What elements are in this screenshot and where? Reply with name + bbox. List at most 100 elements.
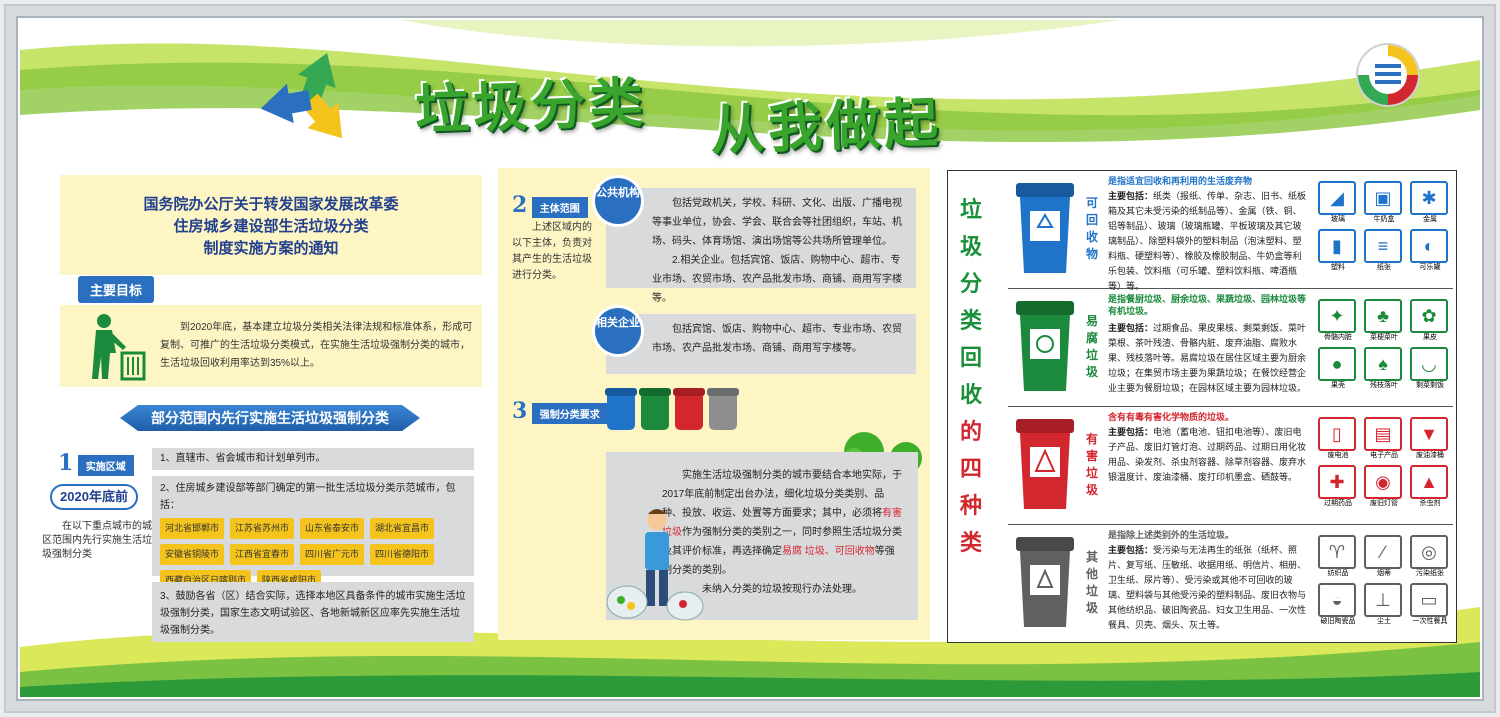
icon-label: 过期药品 (1324, 500, 1352, 507)
deadline-badge: 2020年底前 (50, 484, 138, 510)
icon-label: 电子产品 (1370, 452, 1398, 459)
goal-box: 到2020年底，基本建立垃圾分类相关法律法规和标准体系，形成可复制、可推广的生活… (60, 305, 482, 387)
spray-can-icon: ▲ 杀虫剂 (1410, 465, 1450, 509)
recyclable-head: 是指适宜回收和再利用的生活废弃物 (1108, 176, 1253, 186)
notice-line-3: 制度实施方案的通知 (203, 239, 339, 257)
icon-label: 残枝落叶 (1370, 382, 1398, 389)
city-tag: 江苏省苏州市 (230, 518, 295, 539)
hazardous-head: 含有有毒有害化学物质的垃圾。 (1108, 412, 1235, 422)
section-banner: 部分范围内先行实施生活垃圾强制分类 (120, 405, 420, 431)
trash-bins-illustration (605, 388, 739, 430)
icon-label: 玻璃 (1331, 216, 1345, 223)
icon-label: 烟蒂 (1377, 570, 1391, 577)
icon-label: 纸张 (1377, 264, 1391, 271)
icon-label: 可乐罐 (1419, 264, 1441, 271)
main-includes-label: 主要包括： (1108, 323, 1154, 333)
perishable-name: 易腐垃圾 (1085, 314, 1098, 379)
requirement-number: 3 (512, 398, 528, 424)
other-waste-head: 是指除上述类别外的生活垃圾。 (1108, 530, 1235, 540)
medicine-icon: ✚ 过期药品 (1318, 465, 1358, 509)
man-with-trash-bags-illustration (606, 509, 704, 621)
person-throwing-trash-icon (92, 314, 146, 381)
broom-icon: ⊥ 尘土 (1364, 583, 1404, 627)
icon-label: 一次性餐具 (1412, 618, 1448, 625)
vertical-title-char: 类 (959, 308, 982, 333)
recyclable-category: 可回收物 是指适宜回收和再利用的生活废弃物 主要包括：纸类（报纸、传单、杂志、旧… (1008, 171, 1453, 291)
leaves-icon: ♠ 残枝落叶 (1364, 347, 1404, 391)
area-tag: 实施区域 (77, 455, 134, 476)
city-tag: 江西省宜春市 (230, 544, 295, 565)
other-waste-description: 受污染与无法再生的纸张（纸杯、照片、复写纸、压敏纸、收据用纸、明信片、相册、卫生… (1108, 545, 1307, 630)
bone-icon: ✦ 骨骼内脏 (1318, 299, 1358, 343)
area-item-2-text: 2、住房城乡建设部等部门确定的第一批生活垃圾分类示范城市，包括： (160, 483, 456, 511)
icon-label: 金属 (1423, 216, 1437, 223)
can-icon: ◐ 可乐罐 (1410, 229, 1450, 273)
hazardous-icons: ▯ 废电池 ▤ 电子产品 ▼ 废油漆桶 ✚ 过期药品 ◉ 废旧灯管 ▲ 杀虫剂 (1318, 417, 1450, 509)
vertical-title-char: 种 (959, 493, 982, 518)
battery-icon: ▯ 废电池 (1318, 417, 1358, 461)
area-section-label: 1 实施区域 (58, 450, 134, 476)
icon-label: 废油漆桶 (1416, 452, 1444, 459)
plastic-icon: ▮ 塑料 (1318, 229, 1358, 273)
perishable-bin-icon (1016, 301, 1074, 391)
public-institutions-badge: 公共机构 (595, 178, 641, 224)
clothing-icon: ♈ 纺织品 (1318, 535, 1358, 579)
fruit-shell-icon: ● 果壳 (1318, 347, 1358, 391)
scope-number: 2 (512, 192, 528, 218)
icon-label: 果壳 (1331, 382, 1345, 389)
city-tag: 四川省广元市 (300, 544, 365, 565)
other-waste-category: 其他垃圾 是指除上述类别外的生活垃圾。 主要包括：受污染与无法再生的纸张（纸杯、… (1008, 525, 1453, 643)
scope-tag: 主体范围 (531, 197, 588, 218)
notice-line-2: 住房城乡建设部生活垃圾分类 (173, 217, 369, 235)
area-item-2: 2、住房城乡建设部等部门确定的第一批生活垃圾分类示范城市，包括： 河北省邯郸市 … (152, 476, 474, 591)
vertical-title-char: 收 (959, 382, 982, 407)
area-number: 1 (58, 450, 74, 476)
other-waste-bin-icon (1016, 537, 1074, 627)
area-item-3: 3、鼓励各省（区）结合实际，选择本地区具备条件的城市实施生活垃圾强制分类，国家生… (152, 582, 474, 642)
icon-label: 污染纸张 (1416, 570, 1444, 577)
perishable-icons: ✦ 骨骼内脏 ♣ 菜梗菜叶 ✿ 果皮 ● 果壳 ♠ 残枝落叶 ◡ 剩菜剩饭 (1318, 299, 1450, 391)
related-enterprises-summary: 2.相关企业。包括宾馆、饭店、购物中心、超市、专业市场、农贸市场、农产品批发市场… (652, 255, 902, 304)
notice-line-1: 国务院办公厅关于转发国家发展改革委 (143, 195, 399, 213)
vertical-title-char: 分 (959, 271, 982, 296)
goal-tag: 主要目标 (78, 276, 155, 303)
other-waste-icons: ♈ 纺织品 ∕ 烟蒂 ◎ 污染纸张 ◒ 破旧陶瓷品 ⊥ 尘土 ▭ 一次性餐具 (1318, 535, 1450, 627)
requirement-tag: 强制分类要求 (531, 403, 608, 424)
fruit-peel-icon: ✿ 果皮 (1410, 299, 1450, 343)
recyclable-name: 可回收物 (1085, 196, 1098, 261)
icon-label: 塑料 (1331, 264, 1345, 271)
city-tag: 四川省德阳市 (370, 544, 435, 565)
vertical-title: 垃 圾 分 类 回 收 的 四 种 类 (958, 191, 984, 561)
main-includes-label: 主要包括： (1108, 545, 1154, 555)
icon-label: 尘土 (1377, 618, 1391, 625)
public-institutions-text: 包括党政机关，学校、科研、文化、出版、广播电视等事业单位，协会、学会、联合会等社… (652, 198, 902, 247)
perishable-head: 是指餐厨垃圾、厨余垃圾、果蔬垃圾、园林垃圾等有机垃圾。 (1108, 294, 1307, 316)
glass-icon: ◢ 玻璃 (1318, 181, 1358, 225)
perishable-recyclable-highlight: 易腐 垃圾、可回收物 (782, 546, 875, 557)
disposable-tableware-icon: ▭ 一次性餐具 (1410, 583, 1450, 627)
icon-label: 果皮 (1423, 334, 1437, 341)
other-waste-name: 其他垃圾 (1085, 550, 1098, 615)
vertical-title-char: 类 (959, 530, 982, 555)
recyclable-bin-icon (1016, 183, 1074, 273)
recyclable-icons: ◢ 玻璃 ▣ 牛奶盒 ✱ 金属 ▮ 塑料 ≡ 纸张 ◐ 可乐罐 (1318, 181, 1450, 273)
paint-bucket-icon: ▼ 废油漆桶 (1410, 417, 1450, 461)
metal-icon: ✱ 金属 (1410, 181, 1450, 225)
city-tag: 河北省邯郸市 (160, 518, 225, 539)
icon-label: 杀虫剂 (1419, 500, 1441, 507)
vertical-title-char: 回 (959, 345, 982, 370)
milk-carton-icon: ▣ 牛奶盒 (1364, 181, 1404, 225)
related-enterprises-badge: 相关企业 (595, 308, 641, 354)
main-title: 垃圾分类 (414, 70, 649, 143)
related-enterprises-text: 包括宾馆、饭店、购物中心、超市、专业市场、农贸市场、农产品批发市场、商铺、商用写… (652, 324, 902, 354)
hazardous-category: 有害垃圾 含有有毒有害化学物质的垃圾。 主要包括：电池（蓄电池、钮扣电池等）、废… (1008, 407, 1453, 525)
city-list: 河北省邯郸市 江苏省苏州市 山东省泰安市 湖北省宜昌市 安徽省铜陵市 江西省宜春… (160, 518, 466, 591)
icon-label: 破旧陶瓷品 (1320, 618, 1356, 625)
logo-icon (1356, 43, 1420, 107)
leftovers-icon: ◡ 剩菜剩饭 (1410, 347, 1450, 391)
hazardous-text: 主要包括：电池（蓄电池、钮扣电池等）、废旧电子产品、废旧灯管灯泡、过期药品、过期… (1108, 425, 1308, 485)
ceramics-icon: ◒ 破旧陶瓷品 (1318, 583, 1358, 627)
vertical-title-char: 四 (959, 456, 982, 481)
scope-description: 上述区域内的以下主体，负责对其产生的生活垃圾进行分类。 (512, 222, 592, 281)
icon-label: 纺织品 (1327, 570, 1349, 577)
